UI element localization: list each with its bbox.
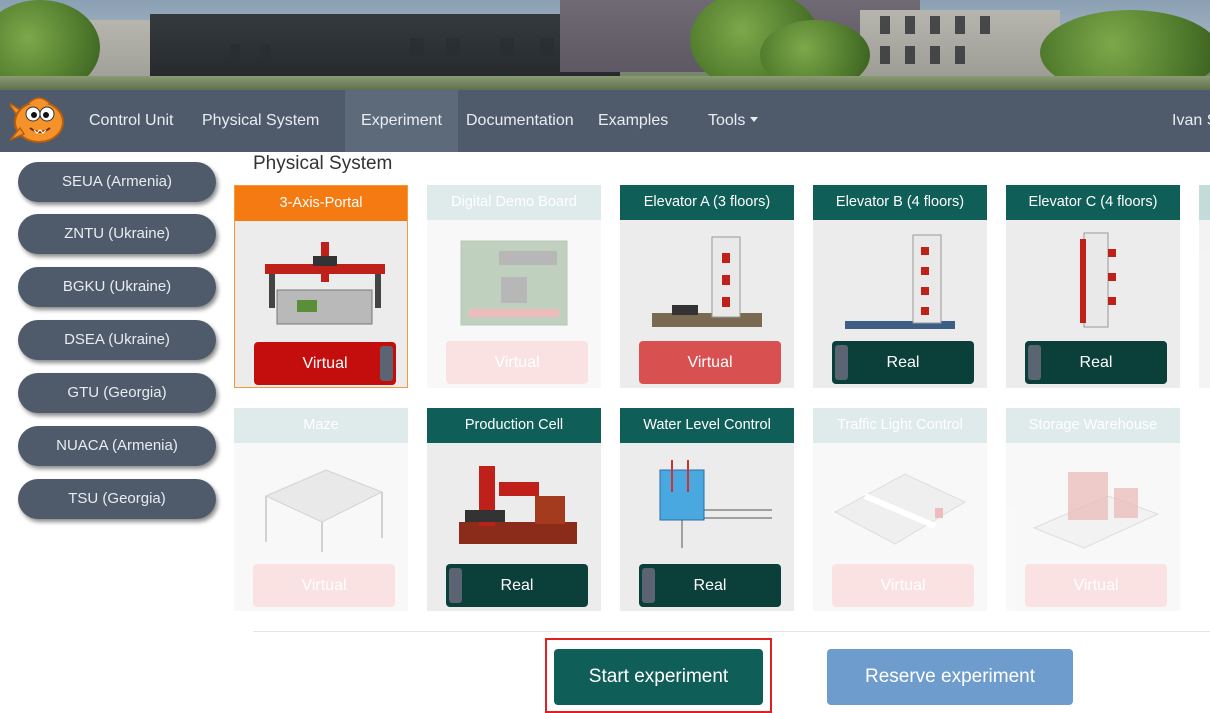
mode-toggle[interactable]: Virtual [639, 341, 781, 384]
system-card-digital-demo-board: Digital Demo Board Virtual [427, 185, 601, 388]
nav-documentation[interactable]: Documentation [460, 90, 580, 152]
sidebar-item-seua[interactable]: SEUA (Armenia) [18, 162, 216, 202]
mode-toggle: Virtual [1025, 564, 1167, 607]
card-title: 3-Axis-Portal [235, 186, 407, 221]
mode-label: Virtual [1073, 577, 1119, 594]
card-title: Production Cell [427, 408, 601, 443]
nav-tools-label: Tools [708, 112, 746, 129]
sidebar-item-dsea[interactable]: DSEA (Ukraine) [18, 320, 216, 360]
toggle-knob [380, 346, 393, 381]
traffic-light-image [833, 473, 967, 545]
nav-experiment[interactable]: Experiment [345, 90, 458, 152]
system-card-elevator-c[interactable]: Elevator C (4 floors) Real [1006, 185, 1180, 388]
toggle-knob [1028, 345, 1041, 380]
sidebar-item-nuaca[interactable]: NUACA (Armenia) [18, 426, 216, 466]
system-card-elevator-a[interactable]: Elevator A (3 floors) Virtual [620, 185, 794, 388]
card-title: Traffic Light Control [813, 408, 987, 443]
storage-warehouse-image [1032, 472, 1160, 549]
section-title: Physical System [253, 153, 393, 174]
fish-logo-icon[interactable] [7, 92, 68, 148]
toggle-knob [449, 568, 462, 603]
mode-toggle[interactable]: Real [446, 564, 588, 607]
nav-physical-system[interactable]: Physical System [196, 90, 325, 152]
mode-toggle[interactable]: Real [1025, 341, 1167, 384]
card-title: Digital Demo Board [427, 185, 601, 220]
card-title: Storage Warehouse [1006, 408, 1180, 443]
water-level-image [659, 460, 772, 548]
system-card-traffic-light-control: Traffic Light Control Virtual [813, 408, 987, 611]
mode-label: Virtual [302, 355, 348, 372]
content-divider [253, 631, 1210, 632]
system-card-partial [1199, 185, 1210, 388]
demo-board-image [460, 240, 568, 326]
mode-toggle: Virtual [446, 341, 588, 384]
production-cell-image [459, 466, 577, 544]
mode-label: Real [693, 577, 727, 594]
sidebar-item-zntu[interactable]: ZNTU (Ukraine) [18, 214, 216, 254]
mode-label: Virtual [880, 577, 926, 594]
caret-down-icon [750, 117, 759, 122]
mode-toggle[interactable]: Virtual [254, 342, 396, 385]
elevator-c-image [1080, 232, 1116, 328]
system-card-water-level-control[interactable]: Water Level Control Real [620, 408, 794, 611]
toggle-knob [642, 568, 655, 603]
nav-tools-dropdown[interactable]: Tools [702, 90, 764, 152]
elevator-a-image [652, 236, 762, 327]
elevator-b-image [845, 234, 955, 329]
top-navbar: Control Unit Physical System Experiment … [0, 90, 1210, 152]
card-title: Elevator B (4 floors) [813, 185, 987, 220]
reserve-experiment-button[interactable]: Reserve experiment [827, 649, 1073, 705]
maze-image [264, 469, 384, 552]
portal-machine-image [265, 242, 385, 325]
system-card-3-axis-portal[interactable]: 3-Axis-Portal Virtual [234, 185, 408, 388]
card-title: Elevator C (4 floors) [1006, 185, 1180, 220]
mode-toggle[interactable]: Real [639, 564, 781, 607]
header-banner-image [0, 0, 1210, 90]
card-title: Maze [234, 408, 408, 443]
system-card-storage-warehouse: Storage Warehouse Virtual [1006, 408, 1180, 611]
mode-label: Real [500, 577, 534, 594]
mode-toggle: Virtual [253, 564, 395, 607]
sidebar-item-tsu[interactable]: TSU (Georgia) [18, 479, 216, 519]
mode-label: Virtual [301, 577, 347, 594]
nav-examples[interactable]: Examples [592, 90, 674, 152]
nav-control-unit[interactable]: Control Unit [83, 90, 179, 152]
mode-toggle: Virtual [832, 564, 974, 607]
toggle-knob [835, 345, 848, 380]
mode-label: Virtual [687, 354, 733, 371]
mode-label: Real [1079, 354, 1113, 371]
sidebar-item-gtu[interactable]: GTU (Georgia) [18, 373, 216, 413]
system-card-production-cell[interactable]: Production Cell Real [427, 408, 601, 611]
mode-toggle[interactable]: Real [832, 341, 974, 384]
mode-label: Real [886, 354, 920, 371]
sidebar-item-bgku[interactable]: BGKU (Ukraine) [18, 267, 216, 307]
system-card-maze: Maze Virtual [234, 408, 408, 611]
mode-label: Virtual [494, 354, 540, 371]
card-title: Water Level Control [620, 408, 794, 443]
start-experiment-button[interactable]: Start experiment [554, 649, 763, 705]
nav-user-menu[interactable]: Ivan S [1166, 90, 1210, 152]
system-card-elevator-b[interactable]: Elevator B (4 floors) Real [813, 185, 987, 388]
card-title: Elevator A (3 floors) [620, 185, 794, 220]
